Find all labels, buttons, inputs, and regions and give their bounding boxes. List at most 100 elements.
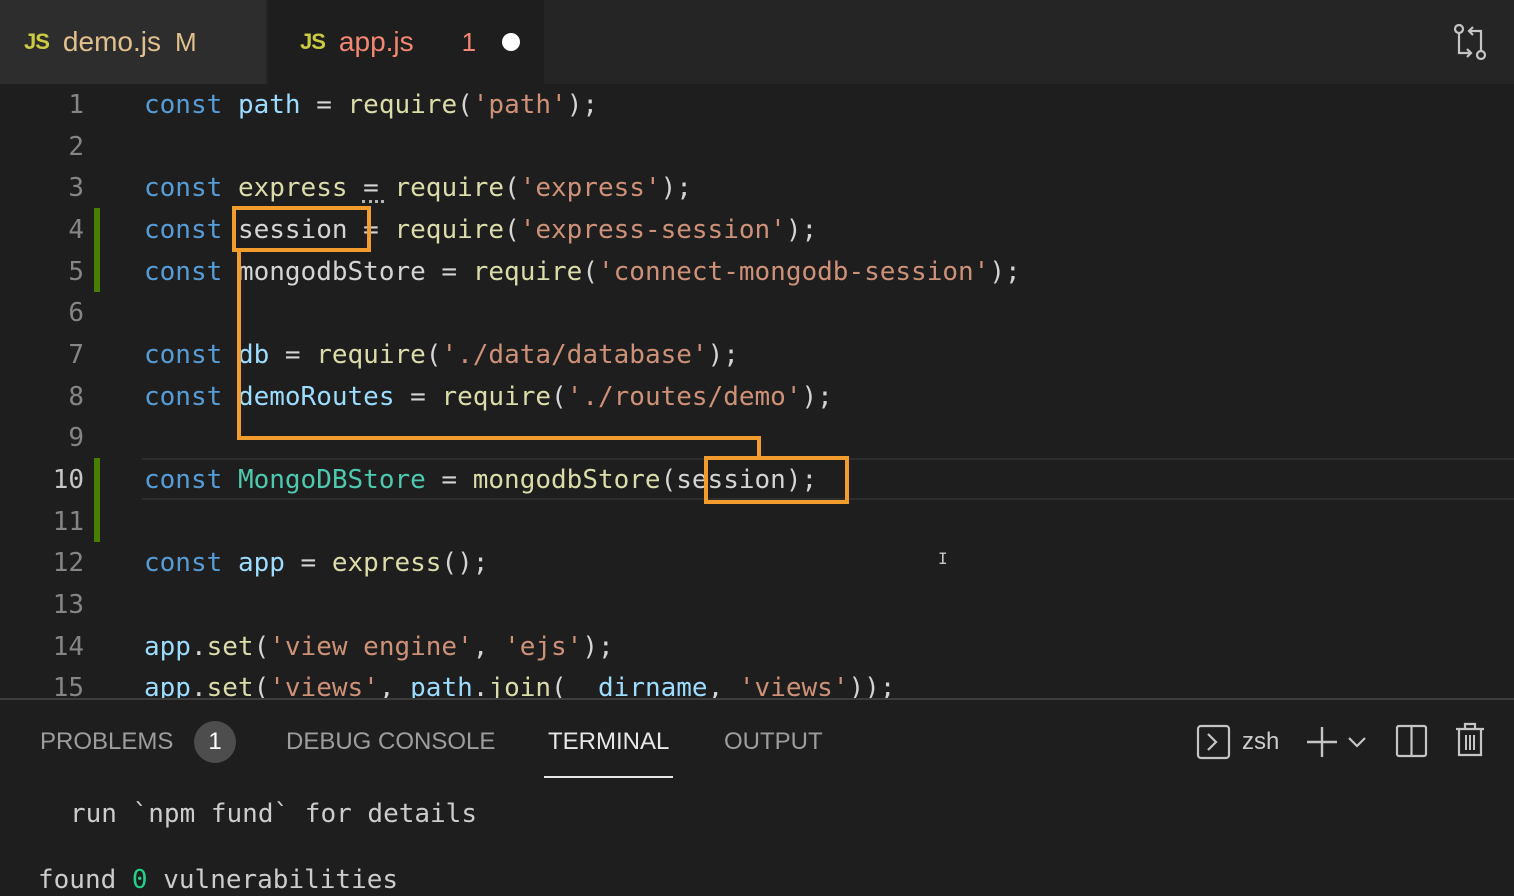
code-token: ); (582, 632, 614, 662)
code-text[interactable]: app.set('view engine', 'ejs'); (144, 626, 614, 668)
code-line[interactable]: 2 (0, 126, 1514, 168)
code-token: = (425, 465, 473, 495)
tab-output[interactable]: OUTPUT (724, 724, 823, 760)
code-token: ( (253, 673, 270, 698)
tab-app-js[interactable]: JS app.js 1 (268, 0, 544, 84)
tab-terminal[interactable]: TERMINAL (548, 724, 669, 760)
code-text[interactable]: const mongodbStore = require('connect-mo… (144, 251, 1021, 293)
code-token: join (488, 673, 552, 698)
code-token: = (394, 382, 442, 412)
code-token: express (237, 173, 348, 203)
code-token: ( (582, 257, 598, 287)
code-line[interactable]: 1 const path = require('path'); (0, 84, 1514, 126)
line-number: 1 (68, 90, 84, 120)
code-token: require (394, 215, 505, 245)
code-line[interactable]: 3 const express = require('express'); (0, 167, 1514, 209)
editor-tab-bar: JS demo.js M JS app.js 1 (0, 0, 1514, 84)
code-line[interactable]: 15 app.set('views', path.join(__dirname, … (0, 667, 1514, 698)
terminal-shell-name[interactable]: zsh (1242, 724, 1279, 760)
code-token: ( (551, 673, 567, 698)
line-number: 12 (52, 548, 84, 578)
code-line[interactable]: 4 const session = require('express-sessio… (0, 209, 1514, 251)
code-line[interactable]: 6 (0, 292, 1514, 334)
code-token: const (144, 340, 223, 370)
active-tab-underline (544, 776, 673, 778)
open-changes-icon[interactable] (1450, 22, 1490, 62)
code-text[interactable]: const db = require('./data/database'); (144, 334, 739, 376)
javascript-file-icon: JS (300, 29, 326, 54)
code-token: 'express-session' (519, 215, 786, 245)
chevron-down-icon[interactable] (1346, 732, 1368, 752)
code-line[interactable]: 11 (0, 501, 1514, 543)
terminal-output-line: found 0 vulnerabilities (38, 862, 398, 896)
code-token: )); (848, 673, 896, 698)
code-token: ( (253, 632, 270, 662)
trash-icon[interactable] (1454, 720, 1486, 760)
code-token: ( (425, 340, 442, 370)
code-line[interactable]: 12 const app = express(); (0, 542, 1514, 584)
code-token: ( (457, 90, 473, 120)
code-text[interactable]: const express = require('express'); (144, 167, 692, 209)
code-text[interactable]: app.set('views', path.join(__dirname, 'v… (144, 667, 895, 698)
terminal-icon[interactable] (1196, 722, 1232, 762)
code-text[interactable]: const app = express(); (144, 542, 488, 584)
problems-count-badge: 1 (194, 721, 236, 763)
code-token: 'connect-mongodb-session' (597, 257, 990, 287)
line-number: 15 (52, 673, 84, 698)
code-text[interactable]: const demoRoutes = require('./routes/dem… (144, 376, 833, 418)
terminal-text: vulnerabilities (147, 865, 399, 895)
code-line[interactable]: 5 const mongodbStore = require('connect-m… (0, 251, 1514, 293)
code-token: const (144, 382, 223, 412)
code-token: db (237, 340, 270, 370)
session-argument-highlight-box (704, 456, 849, 504)
unsaved-dot-icon[interactable] (502, 33, 521, 51)
code-token: = (347, 173, 395, 203)
modified-status: M (174, 26, 197, 57)
code-token: const (144, 465, 223, 495)
code-token: const (144, 548, 223, 578)
new-terminal-plus-icon[interactable] (1304, 724, 1340, 760)
code-token: set (206, 632, 254, 662)
code-editor[interactable]: 1 const path = require('path'); 2 3 const ex… (0, 84, 1514, 698)
code-token: ); (707, 340, 739, 370)
line-number: 2 (68, 132, 84, 162)
code-token: app (144, 673, 191, 698)
code-token: mongodbStore (237, 257, 426, 287)
line-number: 10 (52, 465, 84, 495)
code-token: , (378, 673, 411, 698)
code-token: = (284, 548, 332, 578)
code-line[interactable]: 7 const db = require('./data/database'); (0, 334, 1514, 376)
code-token: ); (989, 257, 1021, 287)
code-token: mongodbStore (472, 465, 661, 495)
code-token: ( (504, 215, 520, 245)
code-token: , (472, 632, 505, 662)
code-token: , (707, 673, 739, 698)
code-token: require (394, 173, 505, 203)
code-line[interactable]: 13 (0, 584, 1514, 626)
javascript-file-icon: JS (24, 29, 50, 54)
code-token: express (331, 548, 442, 578)
code-line[interactable]: 8 const demoRoutes = require('./routes/de… (0, 376, 1514, 418)
code-token: const (144, 257, 223, 287)
tab-demo-js[interactable]: JS demo.js M (0, 0, 266, 84)
code-text[interactable]: const path = require('path'); (144, 84, 598, 126)
tab-problems[interactable]: PROBLEMS (40, 724, 173, 760)
code-token: path (410, 673, 473, 698)
code-line[interactable]: 14 app.set('view engine', 'ejs'); (0, 626, 1514, 668)
code-token: 'ejs' (504, 632, 583, 662)
tab-debug-console[interactable]: DEBUG CONSOLE (286, 724, 495, 760)
terminal-text: found (38, 865, 132, 895)
code-token: const (144, 215, 223, 245)
code-token: ); (566, 90, 598, 120)
code-token: . (190, 673, 207, 698)
code-token: = (300, 90, 348, 120)
code-token: require (316, 340, 426, 370)
code-token: = (425, 257, 473, 287)
code-token: (); (441, 548, 489, 578)
split-terminal-icon[interactable] (1394, 722, 1430, 760)
